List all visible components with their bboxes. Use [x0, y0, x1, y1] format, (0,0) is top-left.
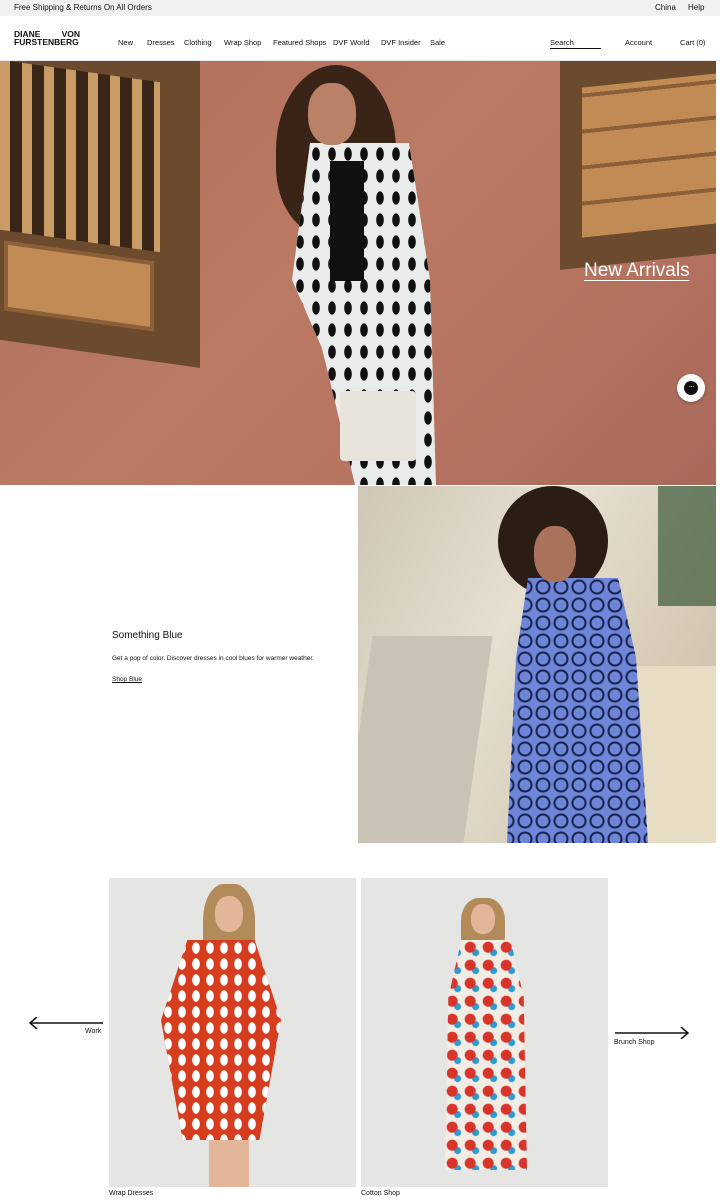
- card-label-wrap-dresses[interactable]: Wrap Dresses: [109, 1190, 153, 1197]
- window-shutter: [582, 73, 716, 238]
- model-top: [330, 161, 364, 281]
- product-card-cotton-shop[interactable]: [361, 878, 608, 1187]
- nav-item-clothing[interactable]: Clothing: [184, 38, 212, 47]
- backdrop-green-patch: [658, 486, 716, 606]
- hero-window-left: [0, 61, 200, 368]
- model-face: [534, 526, 576, 582]
- hero-window-right: [560, 61, 716, 270]
- hero-model-image: [270, 61, 490, 485]
- nav-item-featured-shops[interactable]: Featured Shops: [273, 38, 326, 47]
- promo-message[interactable]: Free Shipping & Returns On All Orders: [14, 3, 152, 12]
- feature-image[interactable]: [358, 486, 716, 843]
- account-link[interactable]: Account: [625, 38, 652, 47]
- model-face: [308, 83, 356, 145]
- brand-logo[interactable]: DIANE VON FURSTENBERG: [14, 30, 80, 47]
- model-bag: [340, 391, 416, 461]
- arrow-right-icon: [615, 1027, 690, 1039]
- model-face: [471, 904, 495, 934]
- feature-description: Get a pop of color. Discover dresses in …: [112, 655, 314, 662]
- shop-blue-link[interactable]: Shop Blue: [112, 676, 142, 683]
- logo-line2: FURSTENBERG: [14, 37, 79, 47]
- hero-headline-link[interactable]: New Arrivals: [584, 260, 690, 282]
- window-bars: [0, 61, 160, 253]
- chat-button[interactable]: ···: [677, 374, 705, 402]
- promo-bar: Free Shipping & Returns On All Orders Ch…: [0, 0, 720, 16]
- region-selector[interactable]: China: [655, 3, 676, 12]
- search-input[interactable]: Search: [550, 38, 601, 49]
- nav-item-dvf-insider[interactable]: DVF Insider: [381, 38, 421, 47]
- carousel-prev-button[interactable]: Work: [28, 1017, 104, 1041]
- carousel-prev-label: Work: [85, 1028, 102, 1035]
- model-red-dress: [161, 940, 281, 1140]
- nav-item-dvf-world[interactable]: DVF World: [333, 38, 370, 47]
- nav-item-dresses[interactable]: Dresses: [147, 38, 175, 47]
- help-link[interactable]: Help: [688, 3, 704, 12]
- hero-banner[interactable]: New Arrivals: [0, 61, 716, 485]
- window-panel: [4, 240, 154, 332]
- nav-item-new[interactable]: New: [118, 38, 133, 47]
- cart-link[interactable]: Cart (0): [680, 38, 705, 47]
- carousel-next-button[interactable]: Brunch Shop: [614, 1027, 690, 1051]
- nav-item-wrap-shop[interactable]: Wrap Shop: [224, 38, 261, 47]
- model-print-dress: [445, 940, 527, 1170]
- model-face: [215, 896, 243, 932]
- chat-bubble-icon: ···: [684, 381, 698, 395]
- site-header: DIANE VON FURSTENBERG New Dresses Clothi…: [0, 16, 720, 61]
- card-label-cotton-shop[interactable]: Cotton Shop: [361, 1190, 400, 1197]
- carousel-next-label: Brunch Shop: [614, 1039, 655, 1046]
- nav-item-sale[interactable]: Sale: [430, 38, 445, 47]
- product-card-wrap-dresses[interactable]: [109, 878, 356, 1187]
- feature-title: Something Blue: [112, 630, 183, 641]
- feature-copy-panel: [0, 486, 358, 843]
